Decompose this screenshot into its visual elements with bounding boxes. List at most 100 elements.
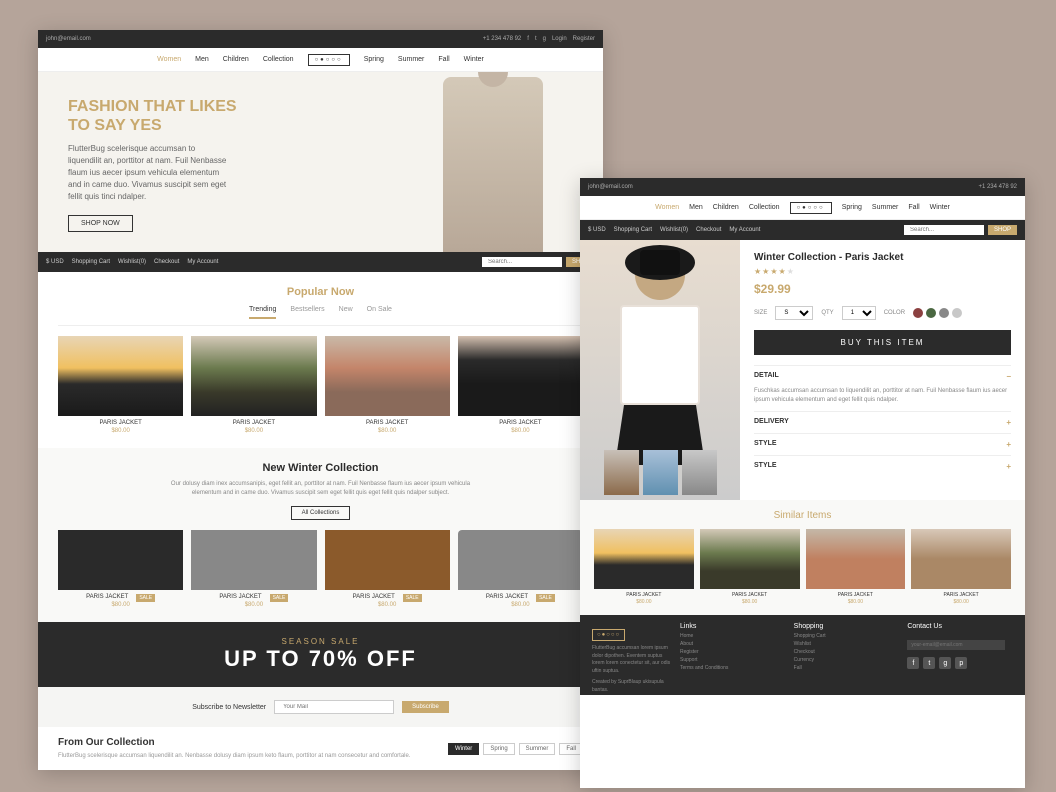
- hero-title-line1: FASHION THAT LIKES: [68, 98, 237, 115]
- product-name-2: PARIS JACKET: [366, 420, 408, 426]
- footer-link-register[interactable]: Register: [680, 649, 778, 655]
- topbar-social-f[interactable]: f: [527, 36, 529, 42]
- topbar-phone: +1 234 478 92: [483, 36, 522, 42]
- popular-now-section: Popular Now Trending Bestsellers New On …: [38, 272, 603, 448]
- accordion-style1-label: STYLE: [754, 440, 777, 447]
- hero-shop-button[interactable]: SHOP NOW: [68, 215, 133, 232]
- right-nav-collection[interactable]: Collection: [749, 204, 780, 211]
- from-collection-section: From Our Collection FlutterBug scelerisq…: [38, 727, 603, 770]
- topbar-login[interactable]: Login: [552, 36, 567, 42]
- right-search-button[interactable]: SHOP: [988, 225, 1017, 235]
- nav-item-men[interactable]: Men: [195, 56, 209, 63]
- nav-item-summer[interactable]: Summer: [398, 56, 424, 63]
- right-search-input[interactable]: [904, 225, 984, 235]
- tab-bestsellers[interactable]: Bestsellers: [290, 306, 324, 319]
- color-swatch-2[interactable]: [939, 308, 949, 318]
- topbar-social-t[interactable]: t: [535, 36, 537, 42]
- toolbar-cart[interactable]: Shopping Cart: [72, 259, 110, 265]
- right-account[interactable]: My Account: [729, 227, 760, 233]
- right-nav-winter[interactable]: Winter: [930, 204, 950, 211]
- right-nav-summer[interactable]: Summer: [872, 204, 898, 211]
- from-tab-spring[interactable]: Spring: [483, 743, 514, 755]
- footer-link-terms[interactable]: Terms and Conditions: [680, 665, 778, 671]
- right-wishlist[interactable]: Wishlist(0): [660, 227, 688, 233]
- footer-link-support[interactable]: Support: [680, 657, 778, 663]
- newsletter-subscribe-button[interactable]: Subscribe: [402, 701, 449, 713]
- all-collections-button[interactable]: All Collections: [291, 506, 351, 520]
- nav-item-spring[interactable]: Spring: [364, 56, 384, 63]
- accordion-delivery[interactable]: DELIVERY +: [754, 411, 1011, 433]
- right-currency[interactable]: $ USD: [588, 227, 606, 233]
- product-thumbnail-1[interactable]: [643, 450, 678, 495]
- accordion-detail-arrow: −: [1006, 372, 1011, 381]
- accordion-style2-label: STYLE: [754, 462, 777, 469]
- social-google-icon[interactable]: g: [939, 657, 951, 669]
- color-swatch-3[interactable]: [952, 308, 962, 318]
- product-info: Winter Collection - Paris Jacket ★ ★ ★ ★…: [740, 240, 1025, 500]
- buy-button[interactable]: BUY THIS ITEM: [754, 330, 1011, 355]
- similar-items-title: Similar Items: [594, 510, 1011, 521]
- right-nav-women[interactable]: Women: [655, 204, 679, 211]
- right-nav-men[interactable]: Men: [689, 204, 703, 211]
- topbar-social-g[interactable]: g: [543, 36, 546, 42]
- from-tab-summer[interactable]: Summer: [519, 743, 556, 755]
- accordion-detail-content: Fuschkas accumsan accumsan to liquendili…: [754, 387, 1011, 411]
- accessory-image-3: [458, 530, 583, 590]
- similar-price-3: $80.00: [953, 599, 968, 605]
- nav-item-winter[interactable]: Winter: [464, 56, 484, 63]
- toolbar-wishlist[interactable]: Wishlist(0): [118, 259, 146, 265]
- accordion-style-2[interactable]: STYLE +: [754, 455, 1011, 477]
- social-twitter-icon[interactable]: t: [923, 657, 935, 669]
- right-cart[interactable]: Shopping Cart: [614, 227, 652, 233]
- from-tab-winter[interactable]: Winter: [448, 743, 479, 755]
- similar-name-1: PARIS JACKET: [732, 592, 767, 598]
- product-thumbnail-0[interactable]: [604, 450, 639, 495]
- right-nav-spring[interactable]: Spring: [842, 204, 862, 211]
- footer-shop-cart[interactable]: Shopping Cart: [794, 633, 892, 639]
- social-facebook-icon[interactable]: f: [907, 657, 919, 669]
- social-pinterest-icon[interactable]: p: [955, 657, 967, 669]
- similar-items-row: PARIS JACKET $80.00 PARIS JACKET $80.00 …: [594, 529, 1011, 605]
- color-swatch-0[interactable]: [913, 308, 923, 318]
- left-toolbar: $ USD Shopping Cart Wishlist(0) Checkout…: [38, 252, 603, 272]
- currency-selector[interactable]: $ USD: [46, 259, 64, 265]
- nav-item-children[interactable]: Children: [223, 56, 249, 63]
- footer-contact-email[interactable]: [907, 640, 1005, 650]
- tab-trending[interactable]: Trending: [249, 306, 276, 319]
- sale-badge-1: SALE: [270, 594, 289, 602]
- footer-shop-currency[interactable]: Currency: [794, 657, 892, 663]
- winter-title: New Winter Collection: [58, 462, 583, 474]
- right-nav-fall[interactable]: Fall: [908, 204, 919, 211]
- footer-shop-checkout[interactable]: Checkout: [794, 649, 892, 655]
- hero-text: FASHION THAT LIKES TO SAY YES FlutterBug…: [68, 97, 237, 232]
- nav-item-fall[interactable]: Fall: [438, 56, 449, 63]
- toolbar-account[interactable]: My Account: [187, 259, 218, 265]
- footer-shop-wishlist[interactable]: Wishlist: [794, 641, 892, 647]
- toolbar-checkout[interactable]: Checkout: [154, 259, 179, 265]
- tab-new[interactable]: New: [339, 306, 353, 319]
- right-checkout[interactable]: Checkout: [696, 227, 721, 233]
- sale-big-text: UP TO 70% OFF: [224, 646, 417, 672]
- tab-on-sale[interactable]: On Sale: [367, 306, 392, 319]
- product-image-2: [325, 336, 450, 416]
- qty-select[interactable]: 123: [842, 306, 876, 320]
- accordion-detail[interactable]: DETAIL −: [754, 365, 1011, 387]
- accordion-style-1[interactable]: STYLE +: [754, 433, 1011, 455]
- size-select[interactable]: SMLXL: [775, 306, 813, 320]
- accessory-card-0: PARIS JACKET SALE $80.00: [58, 530, 183, 608]
- footer-link-about[interactable]: About: [680, 641, 778, 647]
- model-head: [635, 250, 685, 300]
- footer-link-home[interactable]: Home: [680, 633, 778, 639]
- color-label: COLOR: [884, 310, 905, 316]
- newsletter-email-input[interactable]: [274, 700, 394, 714]
- footer-shop-fall[interactable]: Fall: [794, 665, 892, 671]
- sale-badge-2: SALE: [403, 594, 422, 602]
- topbar-register[interactable]: Register: [573, 36, 595, 42]
- product-detail-area: Winter Collection - Paris Jacket ★ ★ ★ ★…: [580, 240, 1025, 500]
- product-thumbnail-2[interactable]: [682, 450, 717, 495]
- color-swatch-1[interactable]: [926, 308, 936, 318]
- nav-item-collection[interactable]: Collection: [263, 56, 294, 63]
- search-input[interactable]: [482, 257, 562, 267]
- nav-item-women[interactable]: Women: [157, 56, 181, 63]
- right-nav-children[interactable]: Children: [713, 204, 739, 211]
